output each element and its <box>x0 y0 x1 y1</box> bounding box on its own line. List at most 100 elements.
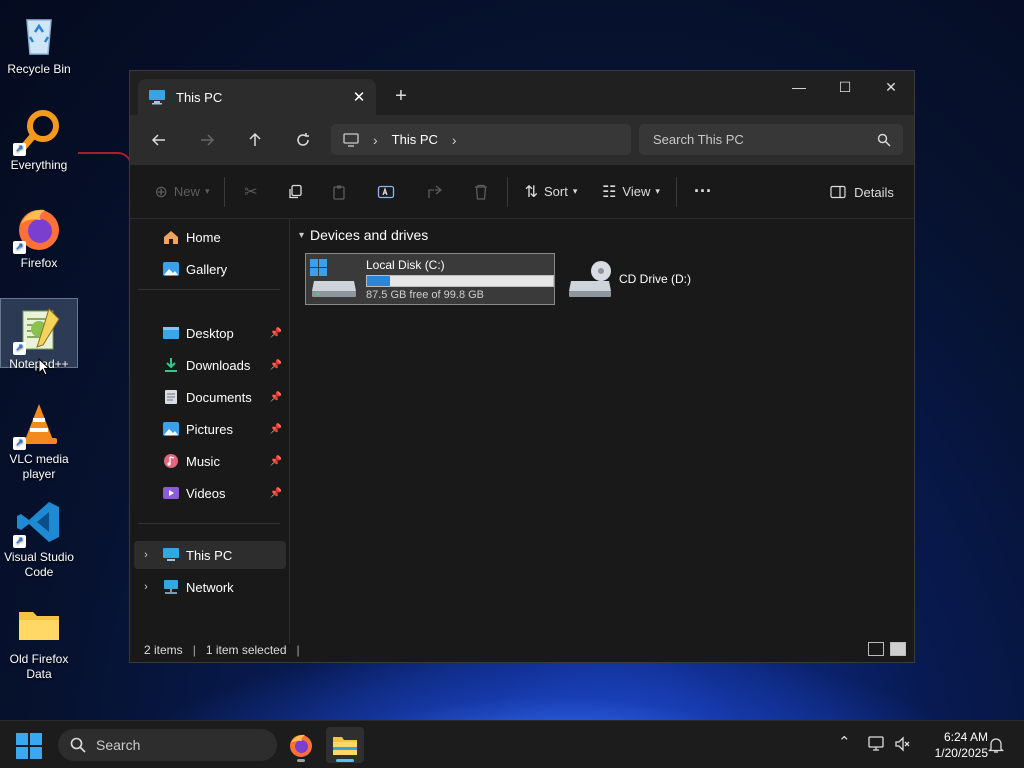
pin-icon[interactable]: 📌 <box>270 456 282 467</box>
recycle-bin-icon <box>15 10 63 58</box>
explorer-body: Home Gallery Desktop 📌 Downloads 📌 Docum… <box>130 219 914 644</box>
sidebar-item-documents[interactable]: Documents 📌 <box>134 383 286 411</box>
more-options-button[interactable]: ··· <box>681 175 725 209</box>
chevron-right-icon[interactable]: › <box>452 132 457 148</box>
taskbar-clock[interactable]: 6:24 AM 1/20/2025 <box>918 729 988 761</box>
running-indicator <box>297 759 305 762</box>
trash-icon <box>475 184 487 200</box>
close-button[interactable]: ✕ <box>868 71 914 103</box>
rename-button[interactable] <box>361 175 411 209</box>
pin-icon[interactable]: 📌 <box>270 488 282 499</box>
monitor-icon <box>343 132 359 147</box>
group-header-devices[interactable]: ▾ Devices and drives <box>299 227 428 243</box>
desktop-icon-vlc[interactable]: ↗ VLC media player <box>0 394 78 482</box>
cut-button[interactable]: ✂ <box>229 175 273 209</box>
tab-close-button[interactable]: ✕ <box>346 84 372 110</box>
show-hidden-icons-chevron-icon[interactable]: ⌃ <box>838 733 851 751</box>
volume-muted-icon[interactable] <box>894 736 910 752</box>
sort-button[interactable]: ⇅ Sort ▾ <box>512 175 590 209</box>
title-bar[interactable]: This PC ✕ + — ☐ ✕ <box>130 71 914 115</box>
document-icon <box>165 390 177 404</box>
drive-free-space: 87.5 GB free of 99.8 GB <box>366 288 485 301</box>
taskbar-search[interactable]: Search <box>58 729 277 761</box>
forward-button[interactable] <box>191 124 223 156</box>
new-tab-button[interactable]: + <box>388 83 414 109</box>
file-explorer-icon <box>333 737 357 755</box>
sidebar-item-network[interactable]: › Network <box>134 573 286 601</box>
details-label: Details <box>854 184 894 200</box>
sidebar-item-home[interactable]: Home <box>134 223 286 251</box>
sidebar-item-videos[interactable]: Videos 📌 <box>134 479 286 507</box>
gallery-icon <box>163 262 179 276</box>
sidebar-item-gallery[interactable]: Gallery <box>134 255 286 283</box>
up-button[interactable] <box>239 124 271 156</box>
chevron-right-icon[interactable]: › <box>373 132 378 148</box>
desktop-icon-old-firefox-data[interactable]: Old Firefox Data <box>0 594 78 681</box>
network-tray-icon[interactable] <box>868 736 886 752</box>
desktop-folder-icon <box>163 327 179 339</box>
desktop-icon-firefox[interactable]: ↗ Firefox <box>0 198 78 272</box>
monitor-icon <box>163 548 179 561</box>
refresh-button[interactable] <box>287 124 319 156</box>
address-segment-this-pc[interactable]: This PC <box>392 132 438 147</box>
status-selection: 1 item selected <box>205 643 287 657</box>
search-input[interactable] <box>653 132 877 147</box>
pin-icon[interactable]: 📌 <box>270 360 282 371</box>
drive-local-disk-c[interactable]: Local Disk (C:) 87.5 GB free of 99.8 GB <box>305 253 555 305</box>
tiles-view-toggle[interactable] <box>890 642 906 656</box>
search-box[interactable] <box>639 124 903 155</box>
refresh-icon <box>297 133 309 146</box>
pin-icon[interactable]: 📌 <box>270 424 282 435</box>
address-bar[interactable]: › This PC › <box>331 124 631 155</box>
desktop-icon-label: Visual Studio Code <box>4 550 74 579</box>
details-view-toggle[interactable] <box>868 642 884 656</box>
sidebar-divider <box>138 523 280 524</box>
chevron-right-icon[interactable]: › <box>134 549 158 561</box>
pin-icon[interactable]: 📌 <box>270 328 282 339</box>
windows-start-icon[interactable] <box>14 731 44 761</box>
drive-name: CD Drive (D:) <box>619 272 691 286</box>
clock-date: 1/20/2025 <box>934 746 988 760</box>
network-icon <box>164 580 178 594</box>
sort-icon: ⇅ <box>524 183 539 201</box>
pin-icon[interactable]: 📌 <box>270 392 282 403</box>
content-area[interactable]: ▾ Devices and drives Local Disk (C:) 87.… <box>291 219 914 644</box>
arrow-up-icon <box>249 132 261 146</box>
desktop-icon-recycle-bin[interactable]: Recycle Bin <box>0 4 78 76</box>
view-label: View <box>622 184 651 199</box>
minimize-button[interactable]: — <box>776 71 822 103</box>
maximize-button[interactable]: ☐ <box>822 71 868 103</box>
toolbar-divider <box>224 176 225 207</box>
copy-button[interactable] <box>273 175 317 209</box>
sidebar-item-downloads[interactable]: Downloads 📌 <box>134 351 286 379</box>
pictures-icon <box>163 422 179 436</box>
delete-button[interactable] <box>459 175 503 209</box>
red-annotation-stroke <box>78 152 132 242</box>
sidebar-item-label: Gallery <box>186 261 228 277</box>
view-button[interactable]: ☷ View ▾ <box>590 175 672 209</box>
sidebar-item-label: Pictures <box>186 421 233 437</box>
paste-button[interactable] <box>317 175 361 209</box>
sidebar-item-desktop[interactable]: Desktop 📌 <box>134 319 286 347</box>
home-icon <box>164 231 178 244</box>
sidebar-item-label: Downloads <box>186 357 251 373</box>
sidebar-item-this-pc[interactable]: › This PC <box>134 541 286 569</box>
taskbar-file-explorer[interactable] <box>326 727 364 763</box>
desktop-icon-label: Firefox <box>20 256 58 270</box>
desktop-icon-everything[interactable]: ↗ Everything <box>0 100 78 174</box>
sidebar-item-pictures[interactable]: Pictures 📌 <box>134 415 286 443</box>
details-pane-button[interactable]: Details <box>824 175 900 209</box>
view-list-icon: ☷ <box>602 183 617 201</box>
notification-bell-icon[interactable] <box>988 736 1004 754</box>
taskbar-firefox[interactable] <box>282 727 320 763</box>
back-button[interactable] <box>143 124 175 156</box>
new-button[interactable]: ⊕ New ▾ <box>144 175 220 209</box>
sidebar-item-music[interactable]: Music 📌 <box>134 447 286 475</box>
desktop-icon-vscode[interactable]: ↗ Visual Studio Code <box>0 492 78 580</box>
tab-label: This PC <box>176 89 223 105</box>
chevron-right-icon[interactable]: › <box>134 581 158 593</box>
drive-cd-d[interactable]: CD Drive (D:) <box>565 253 725 305</box>
drive-name: Local Disk (C:) <box>366 257 445 272</box>
tab-this-pc[interactable]: This PC ✕ <box>138 79 376 115</box>
share-button[interactable] <box>411 175 459 209</box>
